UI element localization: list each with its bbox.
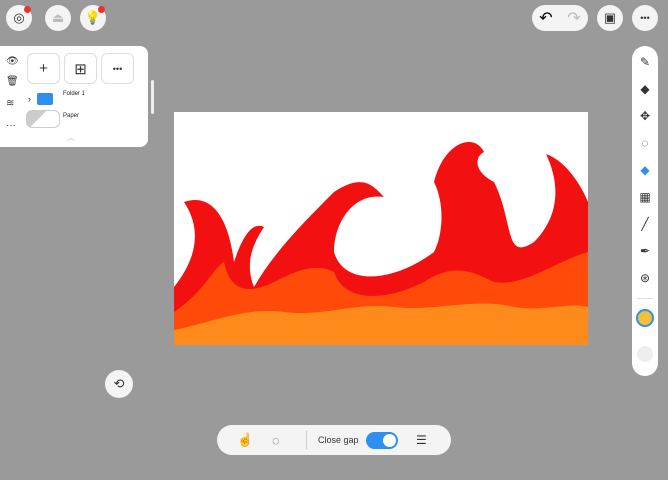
more-button[interactable]: ••• — [632, 5, 658, 31]
rotate-canvas-button[interactable]: ⟲ — [105, 370, 133, 398]
layer-name[interactable]: Paper — [63, 113, 79, 119]
texture-swatch[interactable] — [637, 346, 653, 362]
grid-tool-icon[interactable]: ▦ — [632, 190, 658, 204]
lasso-tool-icon[interactable]: ◌ — [632, 136, 658, 150]
visibility-icon[interactable]: 👁 — [6, 56, 19, 67]
fill-tool-icon[interactable]: ◆ — [632, 163, 658, 177]
tips-button[interactable]: 💡 — [80, 5, 106, 31]
sliders-icon[interactable]: ☰ — [416, 433, 427, 447]
move-tool-icon[interactable]: ✥ — [632, 109, 658, 123]
image-icon: ▣ — [603, 10, 617, 25]
trash-icon[interactable]: 🗑 — [6, 76, 19, 87]
drawing-canvas[interactable] — [174, 112, 588, 345]
line-tool-icon[interactable]: ╱ — [632, 217, 658, 231]
spiral-icon: ◎ — [13, 10, 25, 25]
symmetry-tool-icon[interactable]: ⊛ — [632, 271, 658, 285]
close-gap-toggle[interactable] — [366, 431, 398, 449]
undo-redo-group: ↶ ↷ — [532, 5, 588, 31]
panel-scrollbar[interactable] — [151, 80, 154, 114]
upload-icon: ⏏ — [51, 10, 65, 25]
brush-settings-button[interactable]: ◎ — [6, 5, 32, 31]
lasso-fill-icon[interactable]: ◌ — [272, 433, 280, 448]
gallery-button[interactable]: ▣ — [597, 5, 623, 31]
pen-tool-icon[interactable]: ✎ — [632, 55, 658, 69]
upload-button[interactable]: ⏏ — [45, 5, 71, 31]
rotate-icon: ⟲ — [113, 376, 125, 391]
close-gap-label: Close gap — [318, 435, 359, 445]
layers-icon[interactable]: ≋ — [6, 98, 14, 109]
undo-button[interactable]: ↶ — [539, 8, 552, 28]
add-folder-button[interactable]: ⊞ — [64, 53, 97, 84]
layers-panel: 👁 🗑 ≋ ··· + ⊞ ••• › Folder 1 Paper ︿ — [0, 46, 148, 147]
add-layer-button[interactable]: + — [27, 53, 60, 84]
color-swatch[interactable] — [636, 309, 654, 327]
tool-bar: ✎ ◆ ✥ ◌ ◆ ▦ ╱ ✒ ⊛ — [632, 46, 658, 376]
chevron-right-icon[interactable]: › — [28, 94, 31, 104]
more-icon[interactable]: ··· — [6, 120, 16, 131]
eyedropper-tool-icon[interactable]: ✒ — [632, 244, 658, 258]
eraser-tool-icon[interactable]: ◆ — [632, 82, 658, 96]
layer-more-button[interactable]: ••• — [101, 53, 134, 84]
divider — [306, 431, 307, 449]
fill-options-bar: ☝ ◌ Close gap ☰ — [217, 425, 451, 455]
layer-thumbnail[interactable] — [26, 110, 60, 128]
artwork-waves — [174, 142, 588, 345]
folder-icon — [37, 93, 53, 105]
folder-name[interactable]: Folder 1 — [63, 91, 85, 97]
touch-fill-icon[interactable]: ☝ — [237, 432, 253, 448]
collapse-icon[interactable]: ︿ — [67, 132, 75, 143]
redo-button[interactable]: ↷ — [567, 8, 580, 28]
divider — [637, 298, 653, 299]
